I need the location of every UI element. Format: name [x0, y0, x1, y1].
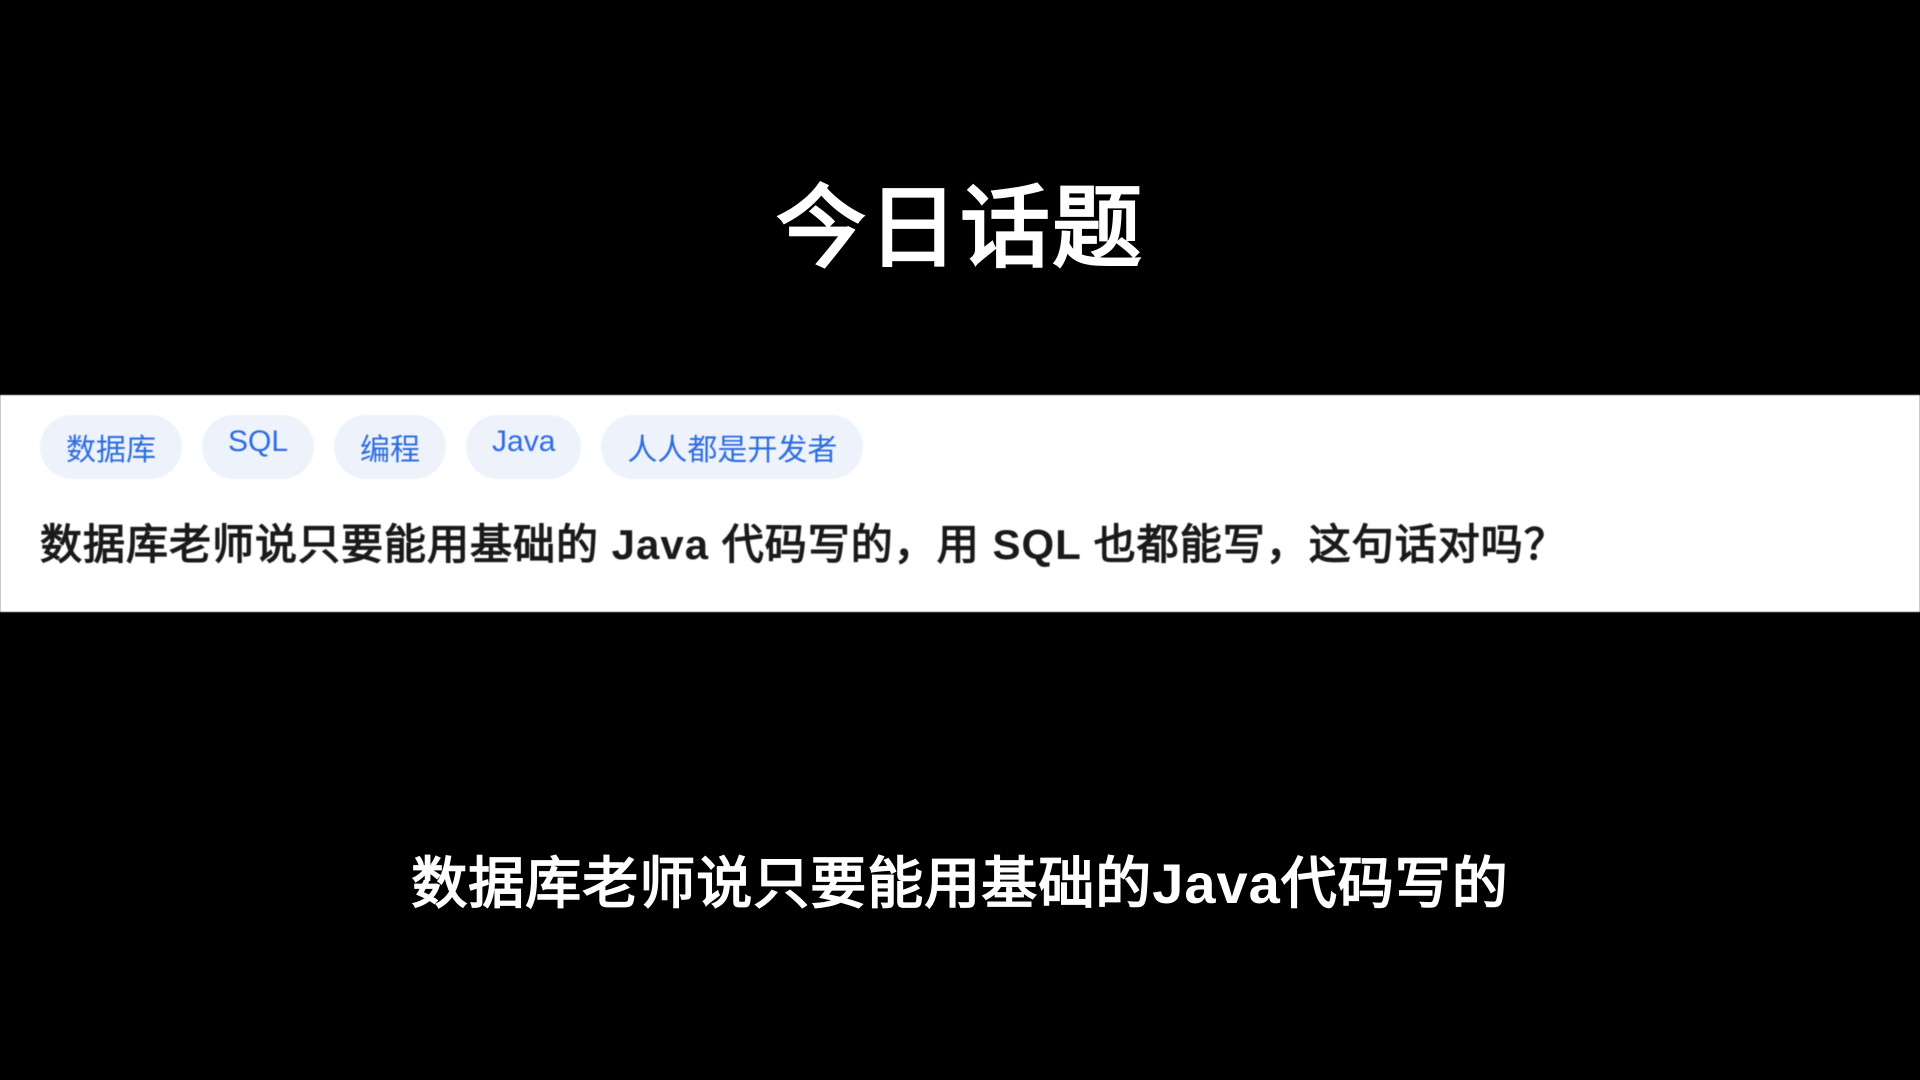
tag-everyone-developer[interactable]: 人人都是开发者	[601, 415, 863, 479]
tag-sql[interactable]: SQL	[202, 415, 314, 479]
tag-java[interactable]: Java	[466, 415, 581, 479]
subtitle-caption: 数据库老师说只要能用基础的Java代码写的	[0, 839, 1920, 920]
letterbox-bottom	[0, 945, 1920, 1080]
tag-database[interactable]: 数据库	[40, 415, 182, 479]
question-text: 数据库老师说只要能用基础的 Java 代码写的，用 SQL 也都能写，这句话对吗…	[40, 509, 1880, 580]
question-card: 数据库 SQL 编程 Java 人人都是开发者 数据库老师说只要能用基础的 Ja…	[0, 395, 1920, 612]
tags-row: 数据库 SQL 编程 Java 人人都是开发者	[40, 415, 1880, 479]
content-area: 今日话题 数据库 SQL 编程 Java 人人都是开发者 数据库老师说只要能用基…	[0, 135, 1920, 945]
letterbox-top	[0, 0, 1920, 135]
tag-programming[interactable]: 编程	[334, 415, 446, 479]
page-title: 今日话题	[0, 155, 1920, 285]
